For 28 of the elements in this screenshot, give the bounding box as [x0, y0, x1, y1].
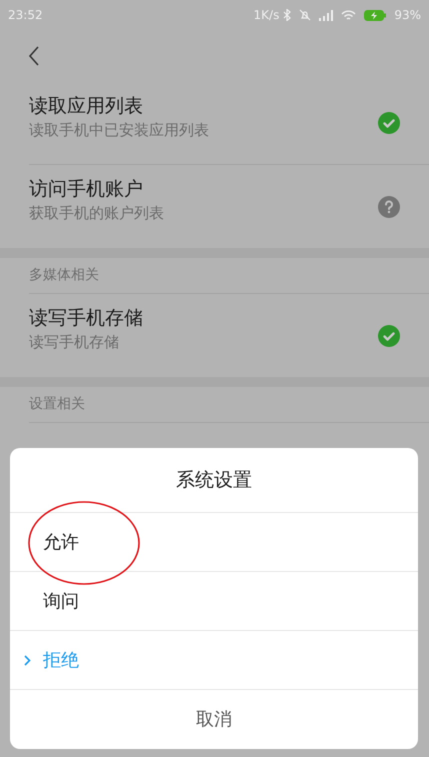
check-icon: [378, 324, 400, 346]
permission-title: 读写手机存储: [29, 306, 144, 331]
cancel-button[interactable]: 取消: [10, 690, 418, 749]
section-header: 设置相关: [29, 395, 85, 414]
battery-level: 93%: [394, 7, 421, 24]
dialog-option[interactable]: 允许: [10, 513, 418, 572]
permission-row[interactable]: 读取应用列表 读取手机中已安装应用列表: [29, 82, 429, 165]
permission-description: 读取手机中已安装应用列表: [29, 120, 210, 141]
chevron-icon: [24, 655, 31, 666]
signal-icon: [319, 10, 334, 20]
section-header: 多媒体相关: [29, 266, 99, 285]
dialog-option[interactable]: 询问: [10, 572, 418, 631]
battery-icon: [364, 10, 386, 20]
back-icon[interactable]: [28, 46, 40, 66]
wifi-icon: [341, 10, 356, 20]
check-icon: [378, 112, 400, 134]
permission-title: 访问手机账户: [29, 177, 144, 202]
dialog-title: 系统设置: [176, 468, 252, 493]
permission-description: 读写手机存储: [29, 332, 120, 353]
permission-row[interactable]: 访问手机账户 获取手机的账户列表: [29, 165, 429, 248]
permission-row[interactable]: 读写手机存储 读写手机存储: [29, 294, 429, 377]
network-speed: 1K/s: [254, 7, 280, 24]
status-time: 23:52: [8, 7, 43, 24]
permission-description: 获取手机的账户列表: [29, 203, 165, 224]
permission-title: 读取应用列表: [29, 94, 144, 119]
bluetooth-icon: [283, 9, 292, 21]
question-icon: [378, 196, 400, 218]
alarm-off-icon: [299, 9, 312, 21]
